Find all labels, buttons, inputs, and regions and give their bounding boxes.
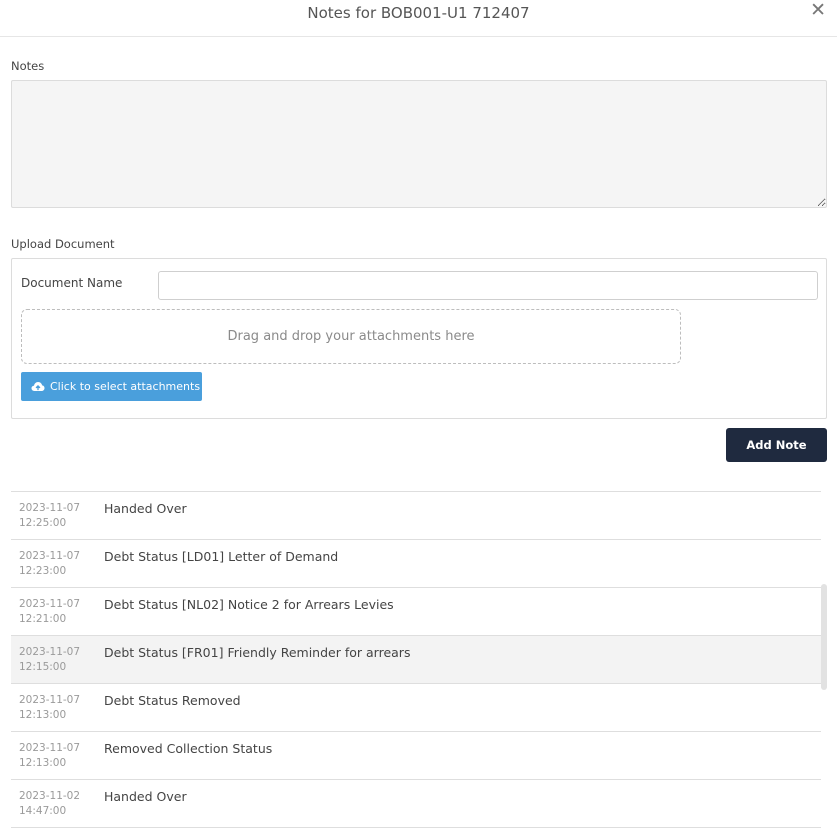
- note-time: 12:21:00: [19, 613, 67, 625]
- note-row[interactable]: 2023-11-07 12:23:00 Debt Status [LD01] L…: [11, 540, 821, 588]
- cloud-upload-icon: [31, 381, 45, 392]
- add-note-button[interactable]: Add Note: [726, 428, 827, 462]
- note-time: 12:25:00: [19, 517, 67, 529]
- note-row[interactable]: 2023-11-07 12:13:00 Removed Collection S…: [11, 732, 821, 780]
- note-text: Handed Over: [104, 789, 187, 804]
- notes-label: Notes: [11, 59, 45, 73]
- note-text: Debt Status [FR01] Friendly Reminder for…: [104, 645, 411, 660]
- note-time: 14:47:00: [19, 805, 67, 817]
- note-timestamp: 2023-11-02 14:47:00: [19, 789, 80, 819]
- document-name-input[interactable]: [158, 271, 818, 300]
- note-timestamp: 2023-11-07 12:21:00: [19, 597, 80, 627]
- note-row[interactable]: 2023-11-07 12:25:00 Handed Over: [11, 492, 821, 540]
- notes-scrollbar[interactable]: [821, 584, 827, 690]
- note-date: 2023-11-07: [19, 742, 81, 754]
- note-date: 2023-11-02: [19, 790, 81, 802]
- select-attachments-button[interactable]: Click to select attachments: [21, 372, 202, 401]
- note-time: 12:13:00: [19, 709, 67, 721]
- note-time: 12:13:00: [19, 757, 67, 769]
- note-date: 2023-11-07: [19, 502, 81, 514]
- note-row[interactable]: 2023-11-07 12:15:00 Debt Status [FR01] F…: [11, 636, 821, 684]
- upload-document-label: Upload Document: [11, 237, 115, 251]
- modal-header: Notes for BOB001-U1 712407 ✕: [0, 0, 837, 37]
- note-timestamp: 2023-11-07 12:23:00: [19, 549, 80, 579]
- note-timestamp: 2023-11-07 12:13:00: [19, 741, 80, 771]
- note-text: Debt Status [LD01] Letter of Demand: [104, 549, 339, 564]
- note-date: 2023-11-07: [19, 646, 81, 658]
- note-date: 2023-11-07: [19, 694, 81, 706]
- notes-list: 2023-11-07 12:25:00 Handed Over 2023-11-…: [11, 491, 821, 828]
- note-time: 12:23:00: [19, 565, 67, 577]
- note-row[interactable]: 2023-11-07 12:21:00 Debt Status [NL02] N…: [11, 588, 821, 636]
- upload-panel: Document Name Drag and drop your attachm…: [11, 258, 827, 419]
- notes-textarea[interactable]: [11, 80, 827, 208]
- note-timestamp: 2023-11-07 12:13:00: [19, 693, 80, 723]
- note-text: Removed Collection Status: [104, 741, 273, 756]
- note-timestamp: 2023-11-07 12:25:00: [19, 501, 80, 531]
- note-time: 12:15:00: [19, 661, 67, 673]
- attachment-dropzone[interactable]: Drag and drop your attachments here: [21, 309, 681, 364]
- dropzone-text: Drag and drop your attachments here: [227, 329, 475, 344]
- note-text: Debt Status Removed: [104, 693, 241, 708]
- note-date: 2023-11-07: [19, 550, 81, 562]
- note-text: Debt Status [NL02] Notice 2 for Arrears …: [104, 597, 394, 612]
- modal-title: Notes for BOB001-U1 712407: [307, 4, 530, 22]
- note-timestamp: 2023-11-07 12:15:00: [19, 645, 80, 675]
- close-icon[interactable]: ✕: [810, 0, 826, 20]
- document-name-label: Document Name: [21, 276, 123, 290]
- note-row[interactable]: 2023-11-07 12:13:00 Debt Status Removed: [11, 684, 821, 732]
- note-row[interactable]: 2023-11-02 14:47:00 Handed Over: [11, 780, 821, 828]
- select-attachments-label: Click to select attachments: [50, 380, 201, 393]
- note-text: Handed Over: [104, 501, 187, 516]
- note-date: 2023-11-07: [19, 598, 81, 610]
